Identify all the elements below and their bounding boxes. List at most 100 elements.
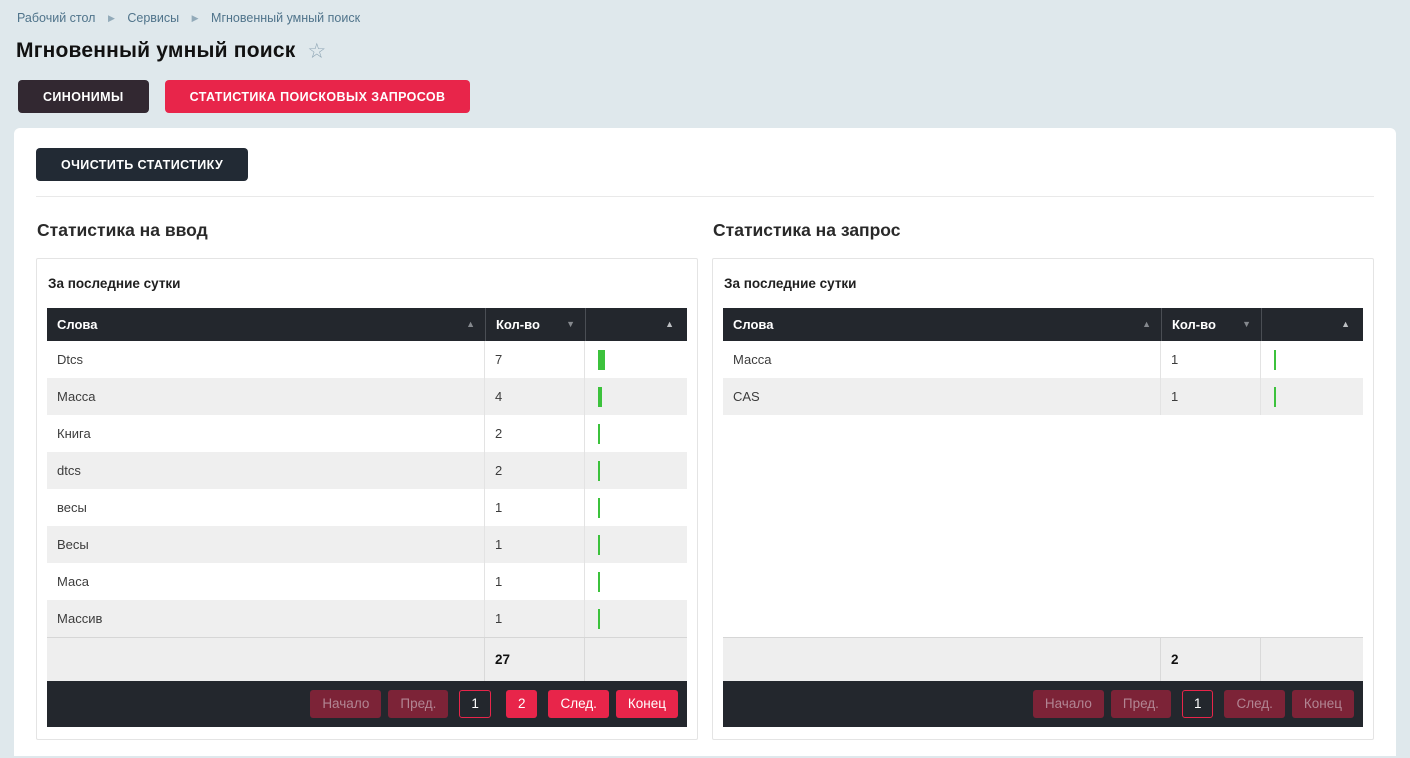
bar-cell [585, 563, 687, 600]
column-header-count[interactable]: Кол-во ▼ [485, 308, 585, 341]
word-cell: CAS [723, 378, 1161, 415]
pagination-button: Пред. [1111, 690, 1171, 718]
synonyms-button[interactable]: СИНОНИМЫ [18, 80, 149, 113]
input-stats-card: За последние сутки Слова ▲ Кол-во ▼ ▲ [36, 258, 698, 740]
count-cell: 4 [485, 378, 585, 415]
query-stats-card: За последние сутки Слова ▲ Кол-во ▼ ▲ [712, 258, 1374, 740]
breadcrumb-item-desktop[interactable]: Рабочий стол [17, 11, 95, 25]
card-title-last-day: За последние сутки [724, 276, 1363, 291]
sort-asc-icon[interactable]: ▲ [1142, 320, 1151, 329]
count-cell: 7 [485, 341, 585, 378]
search-stats-button[interactable]: СТАТИСТИКА ПОИСКОВЫХ ЗАПРОСОВ [165, 80, 471, 113]
count-cell: 1 [1161, 378, 1261, 415]
breadcrumb: Рабочий стол ▶ Сервисы ▶ Мгновенный умны… [0, 0, 1410, 25]
page-title: Мгновенный умный поиск [16, 39, 295, 63]
total-bar-cell [1261, 638, 1363, 681]
word-cell: Массив [47, 600, 485, 637]
word-cell: dtcs [47, 452, 485, 489]
pagination-button[interactable]: 2 [506, 690, 538, 718]
breadcrumb-item-current[interactable]: Мгновенный умный поиск [211, 11, 360, 25]
count-cell: 1 [485, 489, 585, 526]
sort-asc-icon[interactable]: ▲ [1341, 320, 1350, 329]
bar-cell [585, 378, 687, 415]
table-row: CAS 1 [723, 378, 1363, 415]
column-header-bar[interactable]: ▲ [1261, 308, 1363, 341]
table-row: Маса 1 [47, 563, 687, 600]
clear-stats-button[interactable]: ОЧИСТИТЬ СТАТИСТИКУ [36, 148, 248, 181]
usage-bar [598, 424, 600, 444]
breadcrumb-arrow-icon: ▶ [108, 13, 115, 23]
usage-bar [1274, 387, 1276, 407]
sort-asc-icon[interactable]: ▲ [466, 320, 475, 329]
pagination: Начало Пред. 1 След. Конец [723, 681, 1363, 727]
column-header-bar[interactable]: ▲ [585, 308, 687, 341]
usage-bar [598, 535, 600, 555]
favorite-star-icon[interactable]: ☆ [307, 41, 326, 62]
usage-bar [1274, 350, 1276, 370]
bar-cell [585, 600, 687, 637]
word-cell: Масса [47, 378, 485, 415]
count-cell: 1 [1161, 341, 1261, 378]
table-row: Масса 4 [47, 378, 687, 415]
usage-bar [598, 572, 600, 592]
toolbar: СИНОНИМЫ СТАТИСТИКА ПОИСКОВЫХ ЗАПРОСОВ [18, 80, 1410, 113]
column-label: Кол-во [1172, 317, 1216, 332]
spacer [723, 415, 1363, 637]
table-row: Масса 1 [723, 341, 1363, 378]
breadcrumb-arrow-icon: ▶ [192, 13, 199, 23]
bar-cell [1261, 341, 1363, 378]
pagination-button[interactable]: Конец [616, 690, 678, 718]
breadcrumb-item-services[interactable]: Сервисы [127, 11, 179, 25]
table-row: Книга 2 [47, 415, 687, 452]
column-label: Кол-во [496, 317, 540, 332]
pagination: Начало Пред. 1 2 След. Конец [47, 681, 687, 727]
sort-asc-icon[interactable]: ▲ [665, 320, 674, 329]
bar-cell [585, 452, 687, 489]
column-header-count[interactable]: Кол-во ▼ [1161, 308, 1261, 341]
word-cell: весы [47, 489, 485, 526]
total-row: 27 [47, 637, 687, 681]
table-body: Dtcs 7 Масса 4 Книга 2 [47, 341, 687, 637]
count-cell: 1 [485, 526, 585, 563]
query-stats-section: Статистика на запрос За последние сутки … [712, 220, 1374, 740]
content-panel: ОЧИСТИТЬ СТАТИСТИКУ Статистика на ввод З… [14, 128, 1396, 756]
sort-desc-icon[interactable]: ▼ [1242, 320, 1251, 329]
word-cell: Книга [47, 415, 485, 452]
usage-bar [598, 387, 602, 407]
bar-cell [585, 526, 687, 563]
count-cell: 2 [485, 452, 585, 489]
count-cell: 2 [485, 415, 585, 452]
word-cell: Dtcs [47, 341, 485, 378]
usage-bar [598, 461, 600, 481]
table-header: Слова ▲ Кол-во ▼ ▲ [723, 308, 1363, 341]
table-row: Dtcs 7 [47, 341, 687, 378]
table-row: Массив 1 [47, 600, 687, 637]
count-cell: 1 [485, 600, 585, 637]
pagination-button[interactable]: 1 [1182, 690, 1214, 718]
column-header-words[interactable]: Слова ▲ [723, 308, 1161, 341]
input-stats-section: Статистика на ввод За последние сутки Сл… [36, 220, 698, 740]
bar-cell [1261, 378, 1363, 415]
pagination-button[interactable]: 1 [459, 690, 491, 718]
column-label: Слова [57, 317, 97, 332]
table-header: Слова ▲ Кол-во ▼ ▲ [47, 308, 687, 341]
total-row: 2 [723, 637, 1363, 681]
total-empty-cell [723, 638, 1161, 681]
usage-bar [598, 498, 600, 518]
count-cell: 1 [485, 563, 585, 600]
table-body: Масса 1 CAS 1 [723, 341, 1363, 415]
total-value: 27 [485, 638, 585, 681]
pagination-button[interactable]: След. [548, 690, 608, 718]
word-cell: Маса [47, 563, 485, 600]
query-stats-title: Статистика на запрос [713, 220, 1374, 241]
bar-cell [585, 415, 687, 452]
column-header-words[interactable]: Слова ▲ [47, 308, 485, 341]
column-label: Слова [733, 317, 773, 332]
total-empty-cell [47, 638, 485, 681]
pagination-button: Конец [1292, 690, 1354, 718]
pagination-button: Начало [1033, 690, 1104, 718]
usage-bar [598, 350, 605, 370]
word-cell: Масса [723, 341, 1161, 378]
total-value: 2 [1161, 638, 1261, 681]
sort-desc-icon[interactable]: ▼ [566, 320, 575, 329]
